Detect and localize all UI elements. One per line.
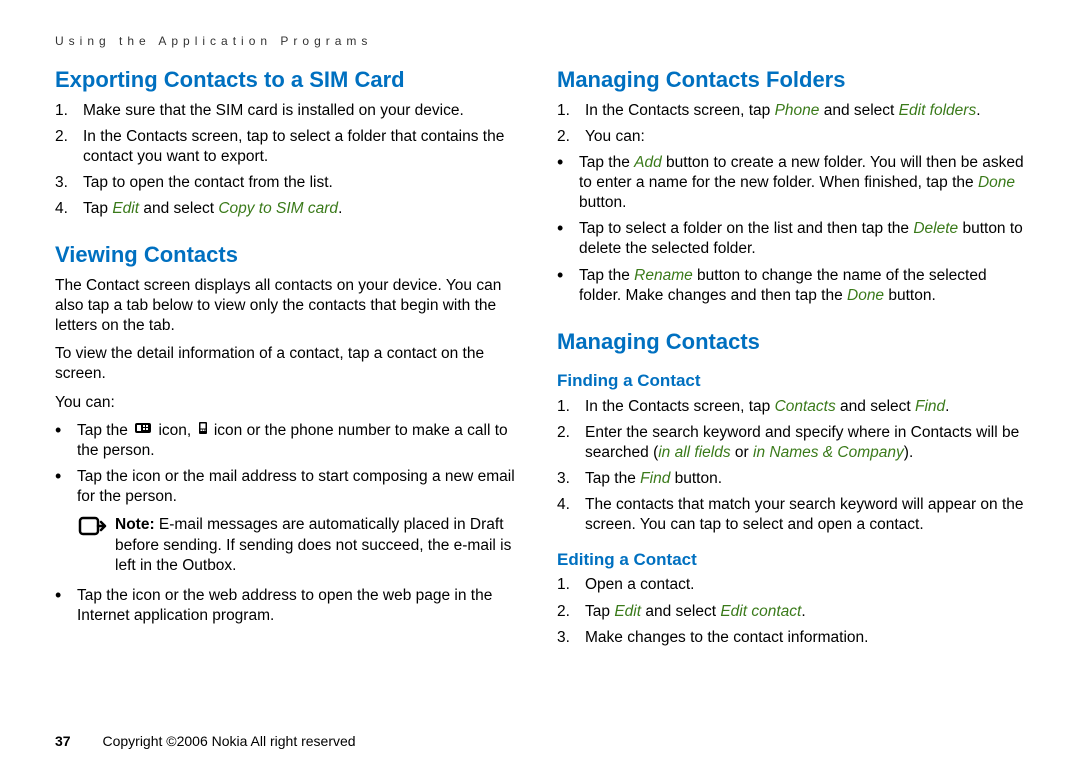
note-block: Note: E-mail messages are automatically … — [77, 515, 527, 575]
editing-step-2: Tap Edit and select Edit contact. — [585, 602, 1029, 622]
mobile-icon — [198, 421, 208, 441]
phone-icon — [134, 421, 152, 441]
viewing-bullet-mail: Tap the icon or the mail address to star… — [77, 467, 527, 507]
left-column: Exporting Contacts to a SIM Card 1.Make … — [55, 66, 527, 654]
export-steps: 1.Make sure that the SIM card is install… — [55, 101, 527, 220]
viewing-bullets-2: Tap the icon or the web address to open … — [55, 586, 527, 626]
finding-step-3: Tap the Find button. — [585, 469, 1029, 489]
export-step-1: Make sure that the SIM card is installed… — [83, 101, 527, 121]
finding-step-4: The contacts that match your search keyw… — [585, 495, 1029, 535]
export-step-2: In the Contacts screen, tap to select a … — [83, 127, 527, 167]
note-text: E-mail messages are automatically placed… — [115, 516, 511, 573]
viewing-para-2: To view the detail information of a cont… — [55, 344, 527, 384]
heading-exporting: Exporting Contacts to a SIM Card — [55, 66, 527, 95]
heading-folders: Managing Contacts Folders — [557, 66, 1029, 95]
export-step-4: Tap Edit and select Copy to SIM card. — [83, 199, 527, 219]
folders-bullet-delete: Tap to select a folder on the list and t… — [579, 219, 1029, 259]
editing-step-1: Open a contact. — [585, 575, 1029, 595]
folders-bullet-rename: Tap the Rename button to change the name… — [579, 266, 1029, 306]
folders-step-2: You can: — [585, 127, 1029, 147]
copyright-text: Copyright ©2006 Nokia All right reserved — [102, 733, 355, 749]
folders-steps: 1. In the Contacts screen, tap Phone and… — [557, 101, 1029, 147]
heading-finding: Finding a Contact — [557, 370, 1029, 392]
heading-viewing: Viewing Contacts — [55, 241, 527, 270]
heading-managing: Managing Contacts — [557, 328, 1029, 357]
heading-editing: Editing a Contact — [557, 549, 1029, 571]
right-column: Managing Contacts Folders 1. In the Cont… — [557, 66, 1029, 654]
viewing-bullet-phone: Tap the icon, icon or the phone number t… — [77, 421, 527, 461]
finding-step-1: In the Contacts screen, tap Contacts and… — [585, 397, 1029, 417]
note-icon — [77, 515, 107, 575]
editing-step-3: Make changes to the contact information. — [585, 628, 1029, 648]
running-header: Using the Application Programs — [55, 34, 1030, 48]
folders-bullets: Tap the Add button to create a new folde… — [557, 153, 1029, 306]
viewing-para-1: The Contact screen displays all contacts… — [55, 276, 527, 336]
page-number: 37 — [55, 733, 71, 749]
finding-steps: 1. In the Contacts screen, tap Contacts … — [557, 397, 1029, 536]
viewing-bullet-web: Tap the icon or the web address to open … — [77, 586, 527, 626]
viewing-para-3: You can: — [55, 393, 527, 413]
editing-steps: 1.Open a contact. 2. Tap Edit and select… — [557, 575, 1029, 647]
note-label: Note: — [115, 516, 155, 533]
folders-bullet-add: Tap the Add button to create a new folde… — [579, 153, 1029, 213]
folders-step-1: In the Contacts screen, tap Phone and se… — [585, 101, 1029, 121]
page-footer: 37 Copyright ©2006 Nokia All right reser… — [55, 733, 356, 749]
viewing-bullets-1: Tap the icon, icon or the phone number t… — [55, 421, 527, 508]
finding-step-2: Enter the search keyword and specify whe… — [585, 423, 1029, 463]
export-step-3: Tap to open the contact from the list. — [83, 173, 527, 193]
